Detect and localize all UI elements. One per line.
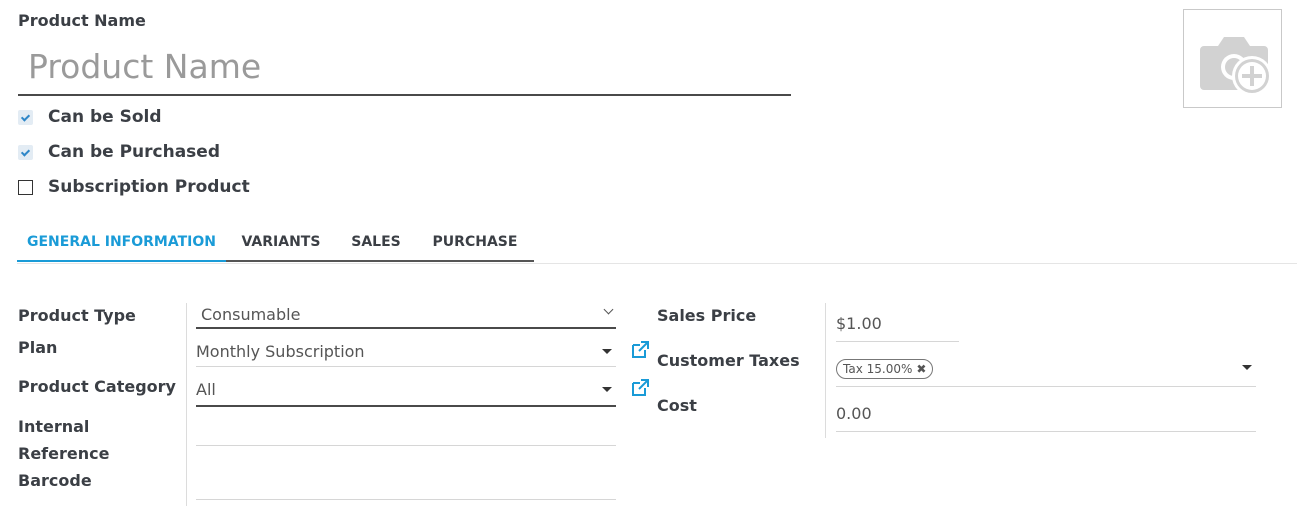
product-category-select[interactable]: All (196, 373, 616, 407)
tab-bar: GENERAL INFORMATION VARIANTS SALES PURCH… (17, 223, 1297, 264)
product-name-input[interactable] (18, 38, 791, 96)
plan-select[interactable]: Monthly Subscription (196, 337, 616, 367)
tax-tag-label: Tax 15.00% (843, 362, 913, 376)
caret-down-icon (602, 387, 612, 392)
can-be-purchased-checkbox[interactable] (18, 144, 33, 160)
barcode-input[interactable] (196, 470, 616, 500)
close-icon[interactable]: ✖ (916, 362, 926, 376)
product-type-value: Consumable (201, 305, 301, 324)
caret-down-icon (1242, 365, 1252, 370)
product-image-upload[interactable] (1183, 9, 1282, 108)
cost-value: 0.00 (836, 404, 872, 423)
left-column-divider (186, 303, 187, 506)
product-type-select[interactable]: Consumable (196, 302, 616, 329)
tab-sales[interactable]: SALES (336, 223, 416, 261)
option-can-be-sold[interactable]: Can be Sold (18, 106, 162, 128)
internal-reference-label-line1: Internal (18, 417, 90, 436)
product-category-value: All (196, 379, 216, 399)
sales-price-value: $1.00 (836, 314, 882, 333)
cost-label: Cost (657, 396, 697, 415)
internal-reference-input[interactable] (196, 416, 616, 446)
tab-general-information[interactable]: GENERAL INFORMATION (17, 223, 226, 261)
external-link-icon[interactable] (629, 339, 651, 361)
internal-reference-label-line2: Reference (18, 444, 110, 463)
can-be-sold-label: Can be Sold (48, 107, 162, 127)
plan-value: Monthly Subscription (196, 342, 365, 361)
barcode-label: Barcode (18, 471, 92, 490)
customer-taxes-label: Customer Taxes (657, 351, 800, 370)
product-type-label: Product Type (18, 306, 136, 325)
right-column-divider (825, 303, 826, 438)
can-be-sold-checkbox[interactable] (18, 109, 33, 125)
active-tab-indicator (17, 260, 226, 262)
chevron-down-icon (603, 304, 614, 315)
subscription-product-label: Subscription Product (48, 177, 250, 197)
plan-label: Plan (18, 338, 58, 357)
camera-plus-icon (1200, 37, 1272, 96)
cost-input[interactable]: 0.00 (836, 396, 1256, 432)
external-link-icon[interactable] (629, 377, 651, 399)
product-name-label: Product Name (18, 11, 146, 30)
option-subscription-product[interactable]: Subscription Product (18, 176, 250, 198)
can-be-purchased-label: Can be Purchased (48, 142, 221, 162)
tab-purchase[interactable]: PURCHASE (416, 223, 534, 261)
option-can-be-purchased[interactable]: Can be Purchased (18, 141, 220, 163)
product-category-label: Product Category (18, 377, 176, 396)
customer-taxes-input[interactable]: Tax 15.00% ✖ (836, 352, 1256, 387)
tab-underline (226, 260, 534, 262)
sales-price-input[interactable]: $1.00 (836, 306, 959, 342)
subscription-product-checkbox[interactable] (18, 179, 33, 195)
tax-tag: Tax 15.00% ✖ (836, 359, 934, 379)
sales-price-label: Sales Price (657, 306, 757, 325)
caret-down-icon (602, 349, 612, 354)
tab-variants[interactable]: VARIANTS (226, 223, 336, 261)
